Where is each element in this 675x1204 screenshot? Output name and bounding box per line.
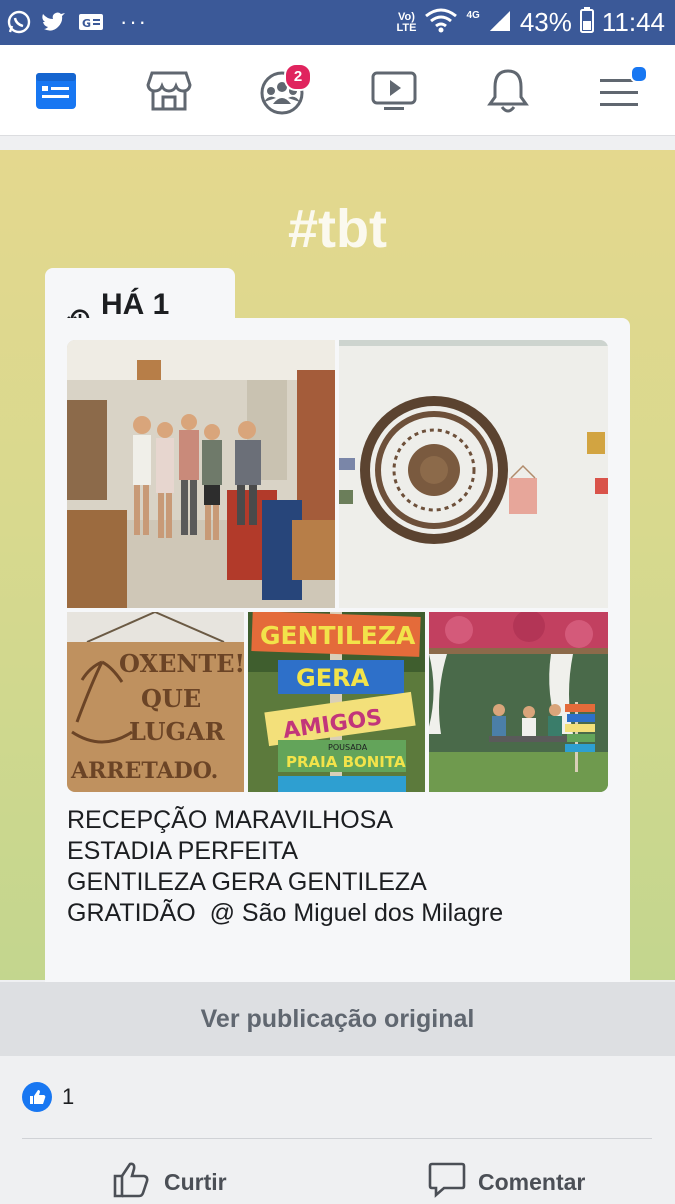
memory-post: #tbt HÁ 1 ANO xyxy=(0,150,675,1102)
like-button[interactable]: Curtir xyxy=(112,1160,227,1204)
caption-line: GRATIDÃO @ São Miguel dos Milagre xyxy=(67,899,504,927)
reaction-count: 1 xyxy=(62,1084,75,1109)
groups-icon[interactable]: 2 xyxy=(256,63,312,117)
signpost-word-4: POUSADA xyxy=(328,743,368,752)
comment-label: Comentar xyxy=(478,1168,586,1195)
sign-word-1: OXENTE! xyxy=(119,649,244,678)
comment-button[interactable]: Comentar xyxy=(428,1160,585,1204)
signal-icon xyxy=(488,7,512,38)
signpost-word-2: GERA xyxy=(296,664,370,692)
status-bar: G ··· Vo) LTE 4G 43% 11:44 xyxy=(0,0,675,45)
volte-indicator: Vo) LTE xyxy=(396,10,417,34)
post-footer: 1 Curtir Comentar xyxy=(0,1056,675,1200)
menu-notification-dot xyxy=(630,65,648,83)
svg-text:G: G xyxy=(82,17,91,30)
post-caption: RECEPÇÃO MARAVILHOSA ESTADIA PERFEITA GE… xyxy=(67,805,503,929)
photo-woven-wall-decor[interactable] xyxy=(339,340,608,608)
like-reaction-icon xyxy=(22,1082,52,1112)
photo-group-outdoors[interactable] xyxy=(429,612,608,792)
photo-grid[interactable]: OXENTE! QUE LUGAR ARRETADO. GENTILEZA GE… xyxy=(67,340,608,792)
wifi-icon xyxy=(424,6,458,39)
comment-icon xyxy=(428,1160,466,1204)
twitter-icon xyxy=(42,9,68,35)
hashtag-title: #tbt xyxy=(288,199,387,259)
photo-group-indoors[interactable] xyxy=(67,340,335,608)
reaction-summary[interactable]: 1 xyxy=(22,1082,74,1112)
notifications-icon[interactable] xyxy=(482,65,534,117)
sign-word-2: QUE xyxy=(141,684,201,713)
signpost-word-5: PRAIA BONITA xyxy=(286,753,406,771)
thumbs-up-icon xyxy=(112,1160,152,1204)
photo-signpost[interactable]: GENTILEZA GERA AMIGOS POUSADA PRAIA BONI… xyxy=(248,612,425,792)
menu-icon[interactable] xyxy=(594,65,648,117)
network-type: 4G xyxy=(466,10,480,21)
translate-icon: G xyxy=(78,9,104,35)
battery-percent: 43% xyxy=(519,7,572,37)
battery-icon xyxy=(579,7,594,38)
news-feed-icon[interactable] xyxy=(30,65,82,117)
watch-icon[interactable] xyxy=(368,65,420,117)
like-label: Curtir xyxy=(164,1168,227,1195)
groups-badge: 2 xyxy=(284,63,312,91)
caption-line: GENTILEZA GERA GENTILEZA xyxy=(67,868,427,896)
photo-wooden-sign[interactable]: OXENTE! QUE LUGAR ARRETADO. xyxy=(67,612,244,792)
sign-word-4: ARRETADO. xyxy=(70,758,218,784)
more-dots-icon: ··· xyxy=(120,9,148,34)
divider xyxy=(22,1138,652,1139)
caption-line: RECEPÇÃO MARAVILHOSA xyxy=(67,806,394,834)
clock: 11:44 xyxy=(601,7,665,37)
signpost-word-1: GENTILEZA xyxy=(260,621,416,650)
view-original-post-button[interactable]: Ver publicação original xyxy=(0,982,675,1056)
sign-word-3: LUGAR xyxy=(129,717,226,746)
top-nav-bar: 2 xyxy=(0,45,675,136)
whatsapp-icon xyxy=(6,9,32,35)
marketplace-icon[interactable] xyxy=(143,65,195,117)
caption-line: ESTADIA PERFEITA xyxy=(67,837,299,865)
